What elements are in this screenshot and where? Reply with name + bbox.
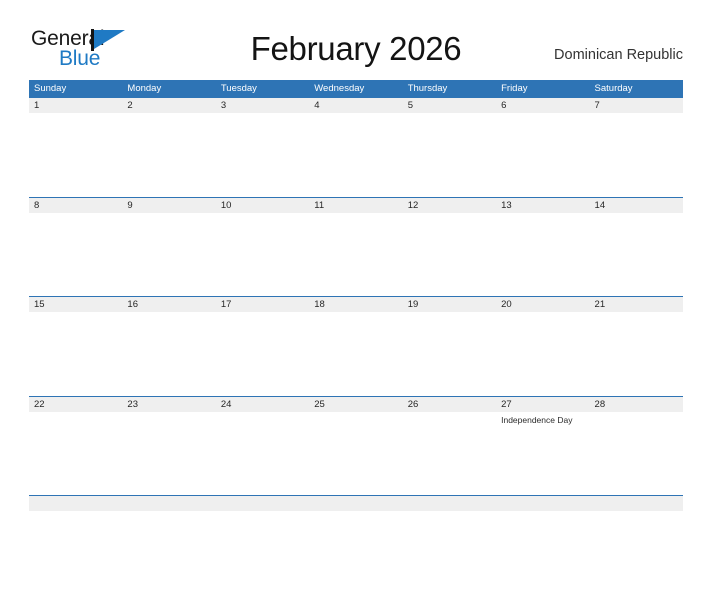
weekday-header-monday: Monday — [127, 83, 162, 94]
day-cell-empty — [590, 496, 683, 594]
day-number: 23 — [127, 398, 138, 410]
day-number: 11 — [314, 199, 325, 211]
day-number: 21 — [594, 299, 606, 310]
day-number: 12 — [407, 199, 419, 211]
day-number: 19 — [407, 299, 419, 310]
calendar-body: 1 2 3 4 5 6 7 8 9 10 11 12 13 14 15 16 17 18 19 20 21 22 23 24 2… — [29, 97, 683, 595]
day-cell-11[interactable]: 11 — [309, 198, 402, 296]
week-day-cells: 15 16 17 18 19 20 21 — [29, 297, 683, 395]
weekday-header-friday: Friday — [501, 83, 528, 94]
calendar-week-row: 22 23 24 25 26 27 Independence Day 28 — [29, 395, 683, 496]
weekday-header-wednesday: Wednesday — [314, 83, 365, 94]
day-number: 1 — [34, 100, 40, 111]
day-number — [501, 496, 589, 511]
day-cell-16[interactable]: 16 — [122, 297, 215, 395]
day-number: 13 — [501, 199, 512, 211]
calendar-week-row: 8 9 10 11 12 13 14 — [29, 196, 683, 297]
day-cell-19[interactable]: 19 — [403, 297, 496, 395]
day-number: 9 — [127, 199, 133, 211]
day-cell-20[interactable]: 20 — [496, 297, 589, 395]
day-number: 3 — [220, 100, 227, 111]
day-cell-empty — [216, 496, 309, 594]
week-day-cells: 22 23 24 25 26 27 Independence Day 28 — [29, 397, 683, 495]
week-day-cells: 1 2 3 4 5 6 7 — [29, 98, 683, 196]
day-cell-17[interactable]: 17 — [216, 297, 309, 395]
day-cell-empty — [496, 496, 589, 594]
day-cell-25[interactable]: 25 — [309, 397, 402, 495]
day-number: 20 — [501, 299, 512, 310]
day-number: 14 — [594, 199, 606, 211]
day-cell-empty — [309, 496, 402, 594]
day-cell-21[interactable]: 21 — [590, 297, 683, 395]
week-day-cells: 8 9 10 11 12 13 14 — [29, 198, 683, 296]
day-cell-6[interactable]: 6 — [496, 98, 589, 196]
week-day-cells — [29, 496, 683, 594]
day-cell-15[interactable]: 15 — [29, 297, 122, 395]
day-cell-26[interactable]: 26 — [403, 397, 496, 495]
day-cell-28[interactable]: 28 — [590, 397, 683, 495]
day-number: 8 — [34, 199, 40, 211]
day-cell-8[interactable]: 8 — [29, 198, 122, 296]
day-cell-1[interactable]: 1 — [29, 98, 122, 196]
calendar-week-row: 1 2 3 4 5 6 7 — [29, 97, 683, 197]
day-cell-empty — [29, 496, 122, 594]
day-cell-14[interactable]: 14 — [590, 198, 683, 296]
day-number: 26 — [407, 398, 419, 410]
day-number: 22 — [34, 398, 45, 410]
day-number: 6 — [501, 100, 507, 111]
day-number: 10 — [220, 199, 232, 211]
day-events: Independence Day — [501, 412, 589, 426]
event-label: Independence Day — [501, 414, 573, 425]
day-number — [221, 496, 309, 511]
day-cell-10[interactable]: 10 — [216, 198, 309, 296]
calendar-week-row — [29, 495, 683, 595]
day-cell-3[interactable]: 3 — [216, 98, 309, 196]
country-label: Dominican Republic — [554, 47, 683, 63]
day-number: 17 — [220, 299, 232, 310]
day-cell-24[interactable]: 24 — [216, 397, 309, 495]
day-cell-7[interactable]: 7 — [590, 98, 683, 196]
day-cell-5[interactable]: 5 — [403, 98, 496, 196]
day-cell-13[interactable]: 13 — [496, 198, 589, 296]
page-header: General Blue February 2026 Dominican Rep… — [0, 0, 712, 80]
day-cell-empty — [122, 496, 215, 594]
weekday-header-sunday: Sunday — [34, 83, 67, 94]
day-number — [127, 496, 215, 511]
day-number: 18 — [314, 299, 325, 310]
day-number: 16 — [127, 299, 138, 310]
day-cell-23[interactable]: 23 — [122, 397, 215, 495]
day-number: 15 — [34, 299, 45, 310]
calendar-grid: Sunday Monday Tuesday Wednesday Thursday Frid… — [29, 80, 683, 595]
day-cell-18[interactable]: 18 — [309, 297, 402, 395]
weekday-header-tuesday: Tuesday — [220, 83, 257, 94]
day-number: 27 — [501, 398, 512, 410]
day-number — [408, 496, 496, 511]
day-cell-4[interactable]: 4 — [309, 98, 402, 196]
day-number: 7 — [594, 100, 600, 111]
day-number: 24 — [220, 398, 232, 410]
day-cell-12[interactable]: 12 — [403, 198, 496, 296]
weekday-header-row: Sunday Monday Tuesday Wednesday Thursday Frid… — [29, 80, 683, 97]
day-cell-empty — [403, 496, 496, 594]
day-number — [34, 496, 122, 511]
day-number — [314, 496, 402, 511]
weekday-header-thursday: Thursday — [407, 83, 448, 94]
day-number: 28 — [594, 398, 606, 410]
day-cell-9[interactable]: 9 — [122, 198, 215, 296]
day-number: 4 — [314, 100, 320, 111]
day-cell-27[interactable]: 27 Independence Day — [496, 397, 589, 495]
day-number — [595, 496, 683, 511]
day-number: 2 — [127, 100, 133, 111]
day-number: 25 — [314, 398, 325, 410]
weekday-header-saturday: Saturday — [594, 83, 633, 94]
calendar-week-row: 15 16 17 18 19 20 21 — [29, 296, 683, 396]
day-cell-22[interactable]: 22 — [29, 397, 122, 495]
day-cell-2[interactable]: 2 — [122, 98, 215, 196]
day-number: 5 — [407, 100, 413, 111]
